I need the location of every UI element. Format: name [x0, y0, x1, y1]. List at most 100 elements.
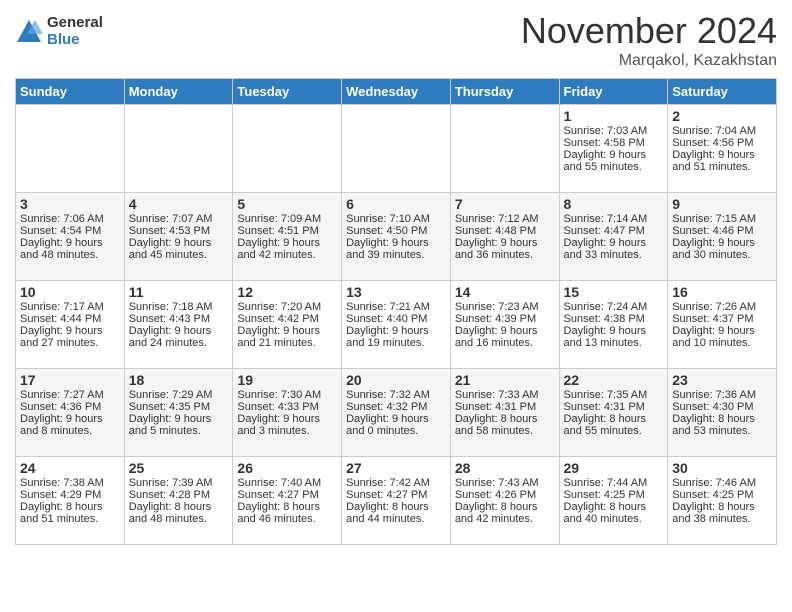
day-info-line: Sunrise: 7:46 AM — [672, 477, 772, 489]
day-info-line: Daylight: 9 hours — [20, 325, 120, 337]
calendar-cell: 4Sunrise: 7:07 AMSunset: 4:53 PMDaylight… — [124, 193, 233, 281]
day-info-line: Sunrise: 7:32 AM — [346, 389, 446, 401]
weekday-header-tuesday: Tuesday — [233, 79, 342, 105]
day-info-line: and 27 minutes. — [20, 337, 120, 349]
day-info-line: Sunset: 4:50 PM — [346, 225, 446, 237]
day-info-line: Sunrise: 7:26 AM — [672, 301, 772, 313]
month-title: November 2024 — [521, 10, 777, 52]
day-info-line: and 48 minutes. — [129, 513, 229, 525]
day-number: 28 — [455, 460, 555, 476]
calendar-cell: 23Sunrise: 7:36 AMSunset: 4:30 PMDayligh… — [668, 369, 777, 457]
header: General Blue November 2024 Marqakol, Kaz… — [15, 10, 777, 70]
day-info-line: Sunrise: 7:10 AM — [346, 213, 446, 225]
calendar-cell — [233, 105, 342, 193]
day-number: 29 — [564, 460, 664, 476]
day-info-line: Daylight: 8 hours — [455, 413, 555, 425]
day-info-line: Sunset: 4:51 PM — [237, 225, 337, 237]
logo: General Blue — [15, 15, 103, 48]
day-info-line: and 0 minutes. — [346, 425, 446, 437]
day-info-line: Sunrise: 7:35 AM — [564, 389, 664, 401]
day-info-line: Sunrise: 7:38 AM — [20, 477, 120, 489]
day-info-line: Daylight: 9 hours — [672, 149, 772, 161]
day-info-line: Sunset: 4:46 PM — [672, 225, 772, 237]
calendar-cell: 14Sunrise: 7:23 AMSunset: 4:39 PMDayligh… — [450, 281, 559, 369]
day-number: 14 — [455, 284, 555, 300]
calendar-cell: 3Sunrise: 7:06 AMSunset: 4:54 PMDaylight… — [16, 193, 125, 281]
day-number: 15 — [564, 284, 664, 300]
day-number: 10 — [20, 284, 120, 300]
day-info-line: Sunrise: 7:04 AM — [672, 125, 772, 137]
day-info-line: Sunset: 4:25 PM — [564, 489, 664, 501]
day-info-line: Daylight: 9 hours — [237, 237, 337, 249]
week-row-3: 17Sunrise: 7:27 AMSunset: 4:36 PMDayligh… — [16, 369, 777, 457]
day-number: 8 — [564, 196, 664, 212]
logo-blue-text: Blue — [47, 32, 103, 49]
day-info-line: Sunrise: 7:09 AM — [237, 213, 337, 225]
calendar-cell — [450, 105, 559, 193]
week-row-1: 3Sunrise: 7:06 AMSunset: 4:54 PMDaylight… — [16, 193, 777, 281]
day-info-line: Sunset: 4:33 PM — [237, 401, 337, 413]
page: General Blue November 2024 Marqakol, Kaz… — [0, 0, 792, 560]
day-info-line: Sunset: 4:28 PM — [129, 489, 229, 501]
day-info-line: Sunrise: 7:24 AM — [564, 301, 664, 313]
day-info-line: Sunrise: 7:40 AM — [237, 477, 337, 489]
day-info-line: and 51 minutes. — [672, 161, 772, 173]
calendar-cell: 5Sunrise: 7:09 AMSunset: 4:51 PMDaylight… — [233, 193, 342, 281]
day-number: 3 — [20, 196, 120, 212]
calendar-cell: 10Sunrise: 7:17 AMSunset: 4:44 PMDayligh… — [16, 281, 125, 369]
calendar-cell: 19Sunrise: 7:30 AMSunset: 4:33 PMDayligh… — [233, 369, 342, 457]
day-info-line: Daylight: 8 hours — [672, 413, 772, 425]
calendar-cell: 7Sunrise: 7:12 AMSunset: 4:48 PMDaylight… — [450, 193, 559, 281]
day-info-line: Daylight: 9 hours — [346, 413, 446, 425]
day-info-line: Sunset: 4:54 PM — [20, 225, 120, 237]
day-number: 20 — [346, 372, 446, 388]
day-info-line: Daylight: 8 hours — [346, 501, 446, 513]
logo-icon — [15, 18, 43, 46]
day-number: 9 — [672, 196, 772, 212]
weekday-header-saturday: Saturday — [668, 79, 777, 105]
calendar-cell: 30Sunrise: 7:46 AMSunset: 4:25 PMDayligh… — [668, 457, 777, 545]
day-info-line: and 33 minutes. — [564, 249, 664, 261]
day-info-line: and 10 minutes. — [672, 337, 772, 349]
day-info-line: Sunset: 4:31 PM — [564, 401, 664, 413]
day-number: 27 — [346, 460, 446, 476]
calendar-cell: 29Sunrise: 7:44 AMSunset: 4:25 PMDayligh… — [559, 457, 668, 545]
day-info-line: Daylight: 9 hours — [237, 413, 337, 425]
day-info-line: and 24 minutes. — [129, 337, 229, 349]
day-number: 13 — [346, 284, 446, 300]
weekday-header-friday: Friday — [559, 79, 668, 105]
day-info-line: Daylight: 9 hours — [237, 325, 337, 337]
day-info-line: Sunrise: 7:36 AM — [672, 389, 772, 401]
calendar-cell: 24Sunrise: 7:38 AMSunset: 4:29 PMDayligh… — [16, 457, 125, 545]
calendar-cell — [124, 105, 233, 193]
day-info-line: and 40 minutes. — [564, 513, 664, 525]
day-info-line: Sunrise: 7:20 AM — [237, 301, 337, 313]
day-info-line: Sunrise: 7:15 AM — [672, 213, 772, 225]
calendar-cell: 17Sunrise: 7:27 AMSunset: 4:36 PMDayligh… — [16, 369, 125, 457]
day-info-line: Daylight: 8 hours — [564, 501, 664, 513]
day-info-line: Daylight: 8 hours — [237, 501, 337, 513]
day-info-line: Sunrise: 7:39 AM — [129, 477, 229, 489]
day-info-line: Sunrise: 7:44 AM — [564, 477, 664, 489]
title-area: November 2024 Marqakol, Kazakhstan — [521, 10, 777, 70]
day-info-line: Sunset: 4:40 PM — [346, 313, 446, 325]
calendar-cell: 12Sunrise: 7:20 AMSunset: 4:42 PMDayligh… — [233, 281, 342, 369]
day-info-line: Sunset: 4:30 PM — [672, 401, 772, 413]
calendar-cell: 16Sunrise: 7:26 AMSunset: 4:37 PMDayligh… — [668, 281, 777, 369]
day-info-line: and 36 minutes. — [455, 249, 555, 261]
day-number: 18 — [129, 372, 229, 388]
day-number: 7 — [455, 196, 555, 212]
day-info-line: and 48 minutes. — [20, 249, 120, 261]
day-info-line: Daylight: 9 hours — [20, 237, 120, 249]
day-info-line: and 55 minutes. — [564, 161, 664, 173]
calendar-cell: 18Sunrise: 7:29 AMSunset: 4:35 PMDayligh… — [124, 369, 233, 457]
day-info-line: Sunset: 4:48 PM — [455, 225, 555, 237]
logo-text: General Blue — [47, 15, 103, 48]
day-info-line: Sunrise: 7:17 AM — [20, 301, 120, 313]
day-info-line: Daylight: 8 hours — [564, 413, 664, 425]
calendar-table: SundayMondayTuesdayWednesdayThursdayFrid… — [15, 78, 777, 545]
day-info-line: Daylight: 9 hours — [455, 325, 555, 337]
day-info-line: Sunset: 4:56 PM — [672, 137, 772, 149]
day-info-line: and 42 minutes. — [455, 513, 555, 525]
day-info-line: Sunset: 4:26 PM — [455, 489, 555, 501]
